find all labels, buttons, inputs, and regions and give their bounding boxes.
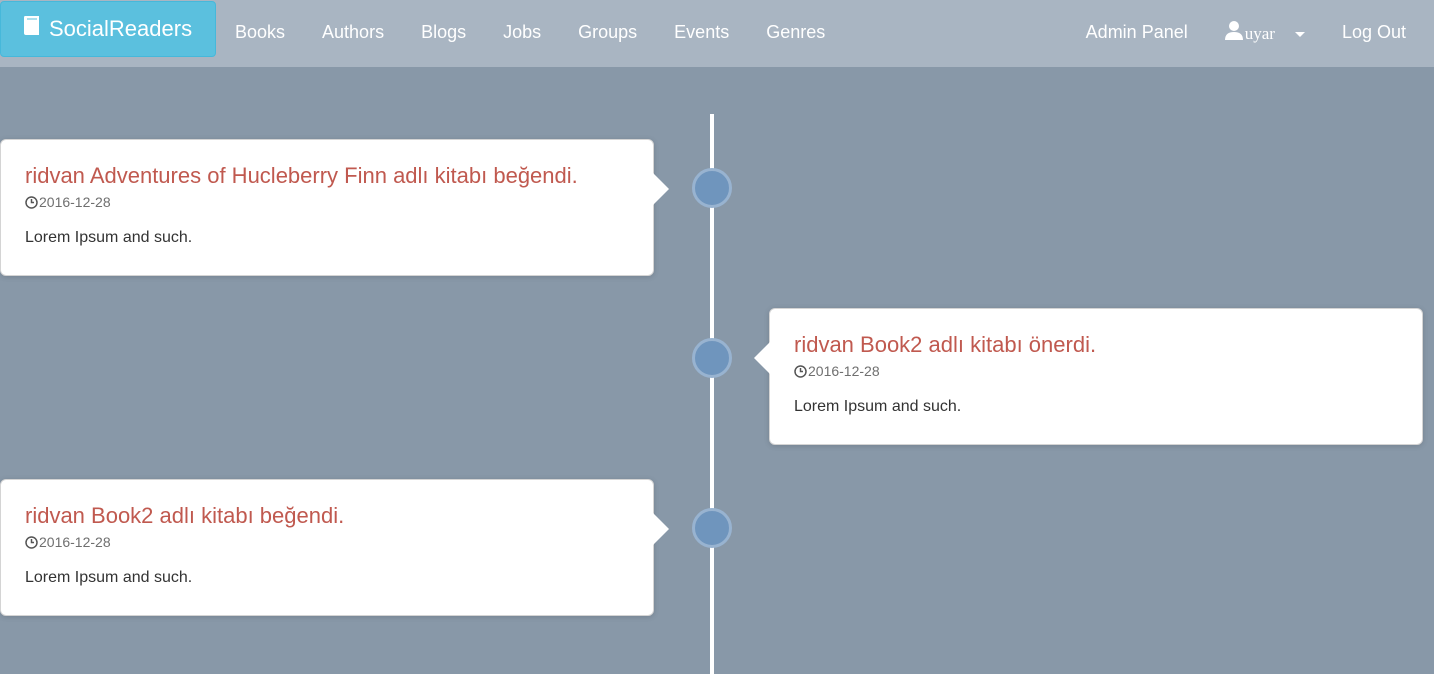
panel-meta: 2016-12-28 xyxy=(25,534,111,550)
brand-name: SocialReaders xyxy=(49,16,193,41)
timeline-panel: ridvan Book2 adlı kitabı önerdi. 2016-12… xyxy=(754,308,1423,445)
logout-link[interactable]: Log Out xyxy=(1342,22,1406,43)
panel-date: 2016-12-28 xyxy=(39,534,111,550)
panel-date: 2016-12-28 xyxy=(39,194,111,210)
panel-title[interactable]: ridvan Adventures of Hucleberry Finn adl… xyxy=(25,163,578,189)
nav-groups[interactable]: Groups xyxy=(578,22,637,43)
panel-meta: 2016-12-28 xyxy=(25,194,111,210)
chevron-down-icon xyxy=(1294,31,1305,37)
nav-authors[interactable]: Authors xyxy=(322,22,384,43)
timeline-dot xyxy=(692,168,732,208)
panel-body: Lorem Ipsum and such. xyxy=(25,569,193,586)
timeline-panel: ridvan Book2 adlı kitabı beğendi. 2016-1… xyxy=(0,479,669,616)
nav-genres[interactable]: Genres xyxy=(766,22,825,43)
clock-icon xyxy=(25,535,38,549)
timeline-panel: ridvan Adventures of Hucleberry Finn adl… xyxy=(0,139,669,276)
user-name: uyar xyxy=(1244,23,1275,43)
clock-icon xyxy=(794,364,807,378)
panel-date: 2016-12-28 xyxy=(808,363,880,379)
panel-title[interactable]: ridvan Book2 adlı kitabı beğendi. xyxy=(25,503,344,529)
timeline-dot xyxy=(692,508,732,548)
user-icon xyxy=(1224,20,1243,40)
nav-events[interactable]: Events xyxy=(674,22,729,43)
panel-body: Lorem Ipsum and such. xyxy=(794,398,962,415)
panel-body: Lorem Ipsum and such. xyxy=(25,229,193,246)
panel-title[interactable]: ridvan Book2 adlı kitabı önerdi. xyxy=(794,332,1096,358)
main-nav: Books Authors Blogs Jobs Groups Events G… xyxy=(235,0,862,64)
nav-jobs[interactable]: Jobs xyxy=(503,22,541,43)
user-nav: Admin Panel uyar Log Out xyxy=(1049,0,1406,64)
admin-panel-link[interactable]: Admin Panel xyxy=(1086,22,1188,43)
brand-link[interactable]: SocialReaders xyxy=(0,1,216,57)
timeline-dot xyxy=(692,338,732,378)
navbar: SocialReaders Books Authors Blogs Jobs G… xyxy=(0,0,1434,67)
user-dropdown[interactable]: uyar xyxy=(1224,20,1305,44)
book-icon xyxy=(24,16,39,35)
nav-books[interactable]: Books xyxy=(235,22,285,43)
panel-meta: 2016-12-28 xyxy=(794,363,880,379)
nav-blogs[interactable]: Blogs xyxy=(421,22,466,43)
clock-icon xyxy=(25,195,38,209)
